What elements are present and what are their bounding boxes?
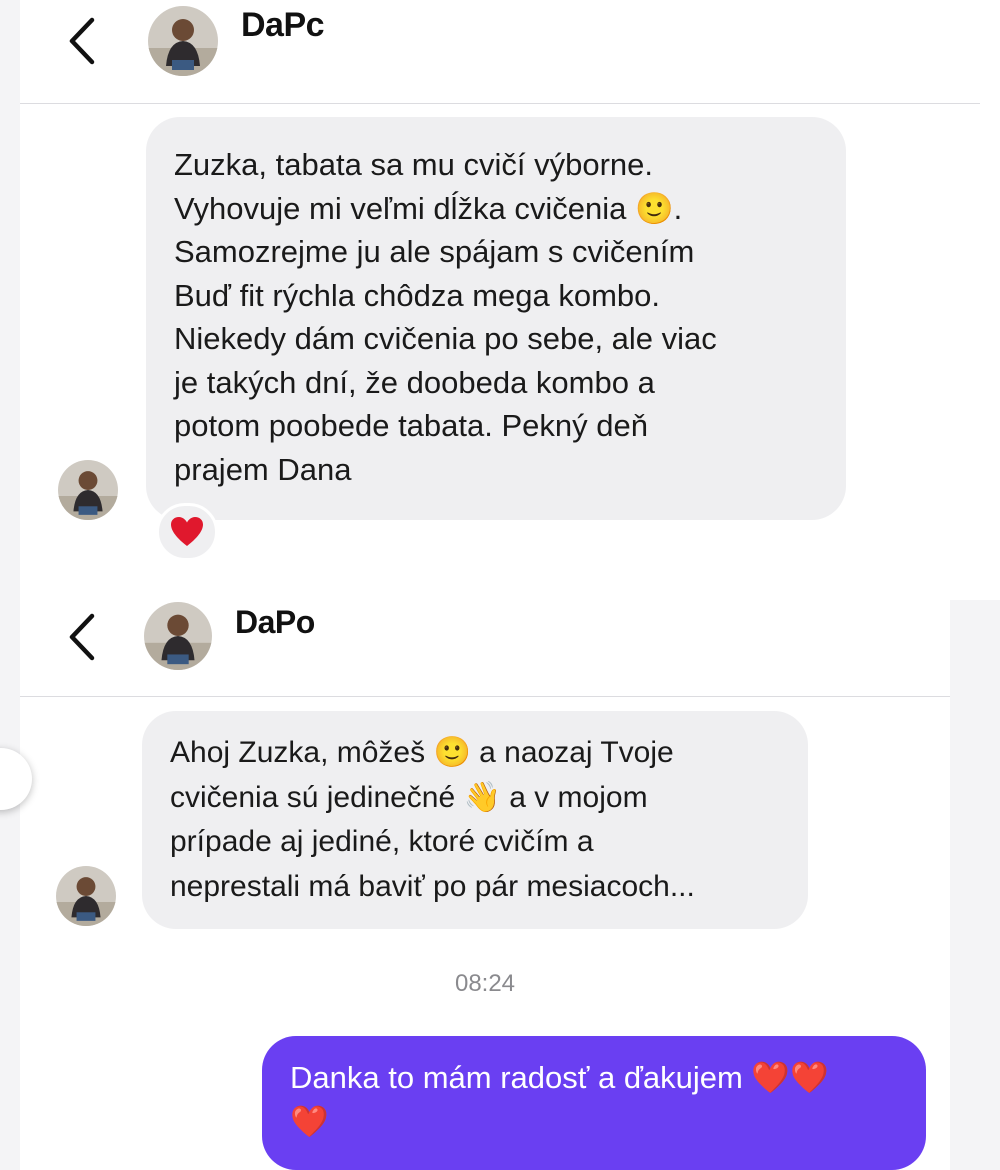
outgoing-message-bubble[interactable]: Danka to mám radosť a ďakujem ❤️❤️ ❤️ xyxy=(262,1036,926,1170)
contact-avatar[interactable] xyxy=(148,6,218,76)
header-divider xyxy=(20,696,950,697)
reply-text: Danka to mám radosť a ďakujem ❤️❤️ ❤️ xyxy=(290,1060,829,1139)
contact-name[interactable]: DaPo xyxy=(235,604,315,641)
heart-reaction[interactable] xyxy=(156,503,218,561)
message-avatar[interactable] xyxy=(56,866,116,926)
chat-header: DaPo xyxy=(20,590,950,697)
message-text: Zuzka, tabata sa mu cvičí výborne. Vyhov… xyxy=(174,147,717,487)
incoming-message-bubble[interactable]: Zuzka, tabata sa mu cvičí výborne. Vyhov… xyxy=(146,117,846,520)
message-avatar[interactable] xyxy=(58,460,118,520)
contact-name[interactable]: DaPc xyxy=(241,6,325,45)
incoming-message-bubble[interactable]: Ahoj Zuzka, môžeš 🙂 a naozaj Tvoje cviče… xyxy=(142,711,808,929)
chat-panel-bottom: DaPo Ahoj Zuzka, môžeš 🙂 a naozaj Tvoje … xyxy=(20,590,950,1170)
message-timestamp: 08:24 xyxy=(454,970,516,997)
contact-avatar[interactable] xyxy=(144,602,212,670)
chat-panel-top: DaPc Zuzka, tabata sa mu cvičí výborne. … xyxy=(20,0,980,590)
chat-header: DaPc xyxy=(20,0,980,104)
back-chevron-icon[interactable] xyxy=(66,16,100,66)
header-divider xyxy=(20,103,980,104)
back-chevron-icon[interactable] xyxy=(66,612,100,662)
background-edge-right xyxy=(950,600,1000,1170)
message-text: Ahoj Zuzka, môžeš 🙂 a naozaj Tvoje cviče… xyxy=(170,736,695,903)
heart-icon xyxy=(171,517,203,546)
